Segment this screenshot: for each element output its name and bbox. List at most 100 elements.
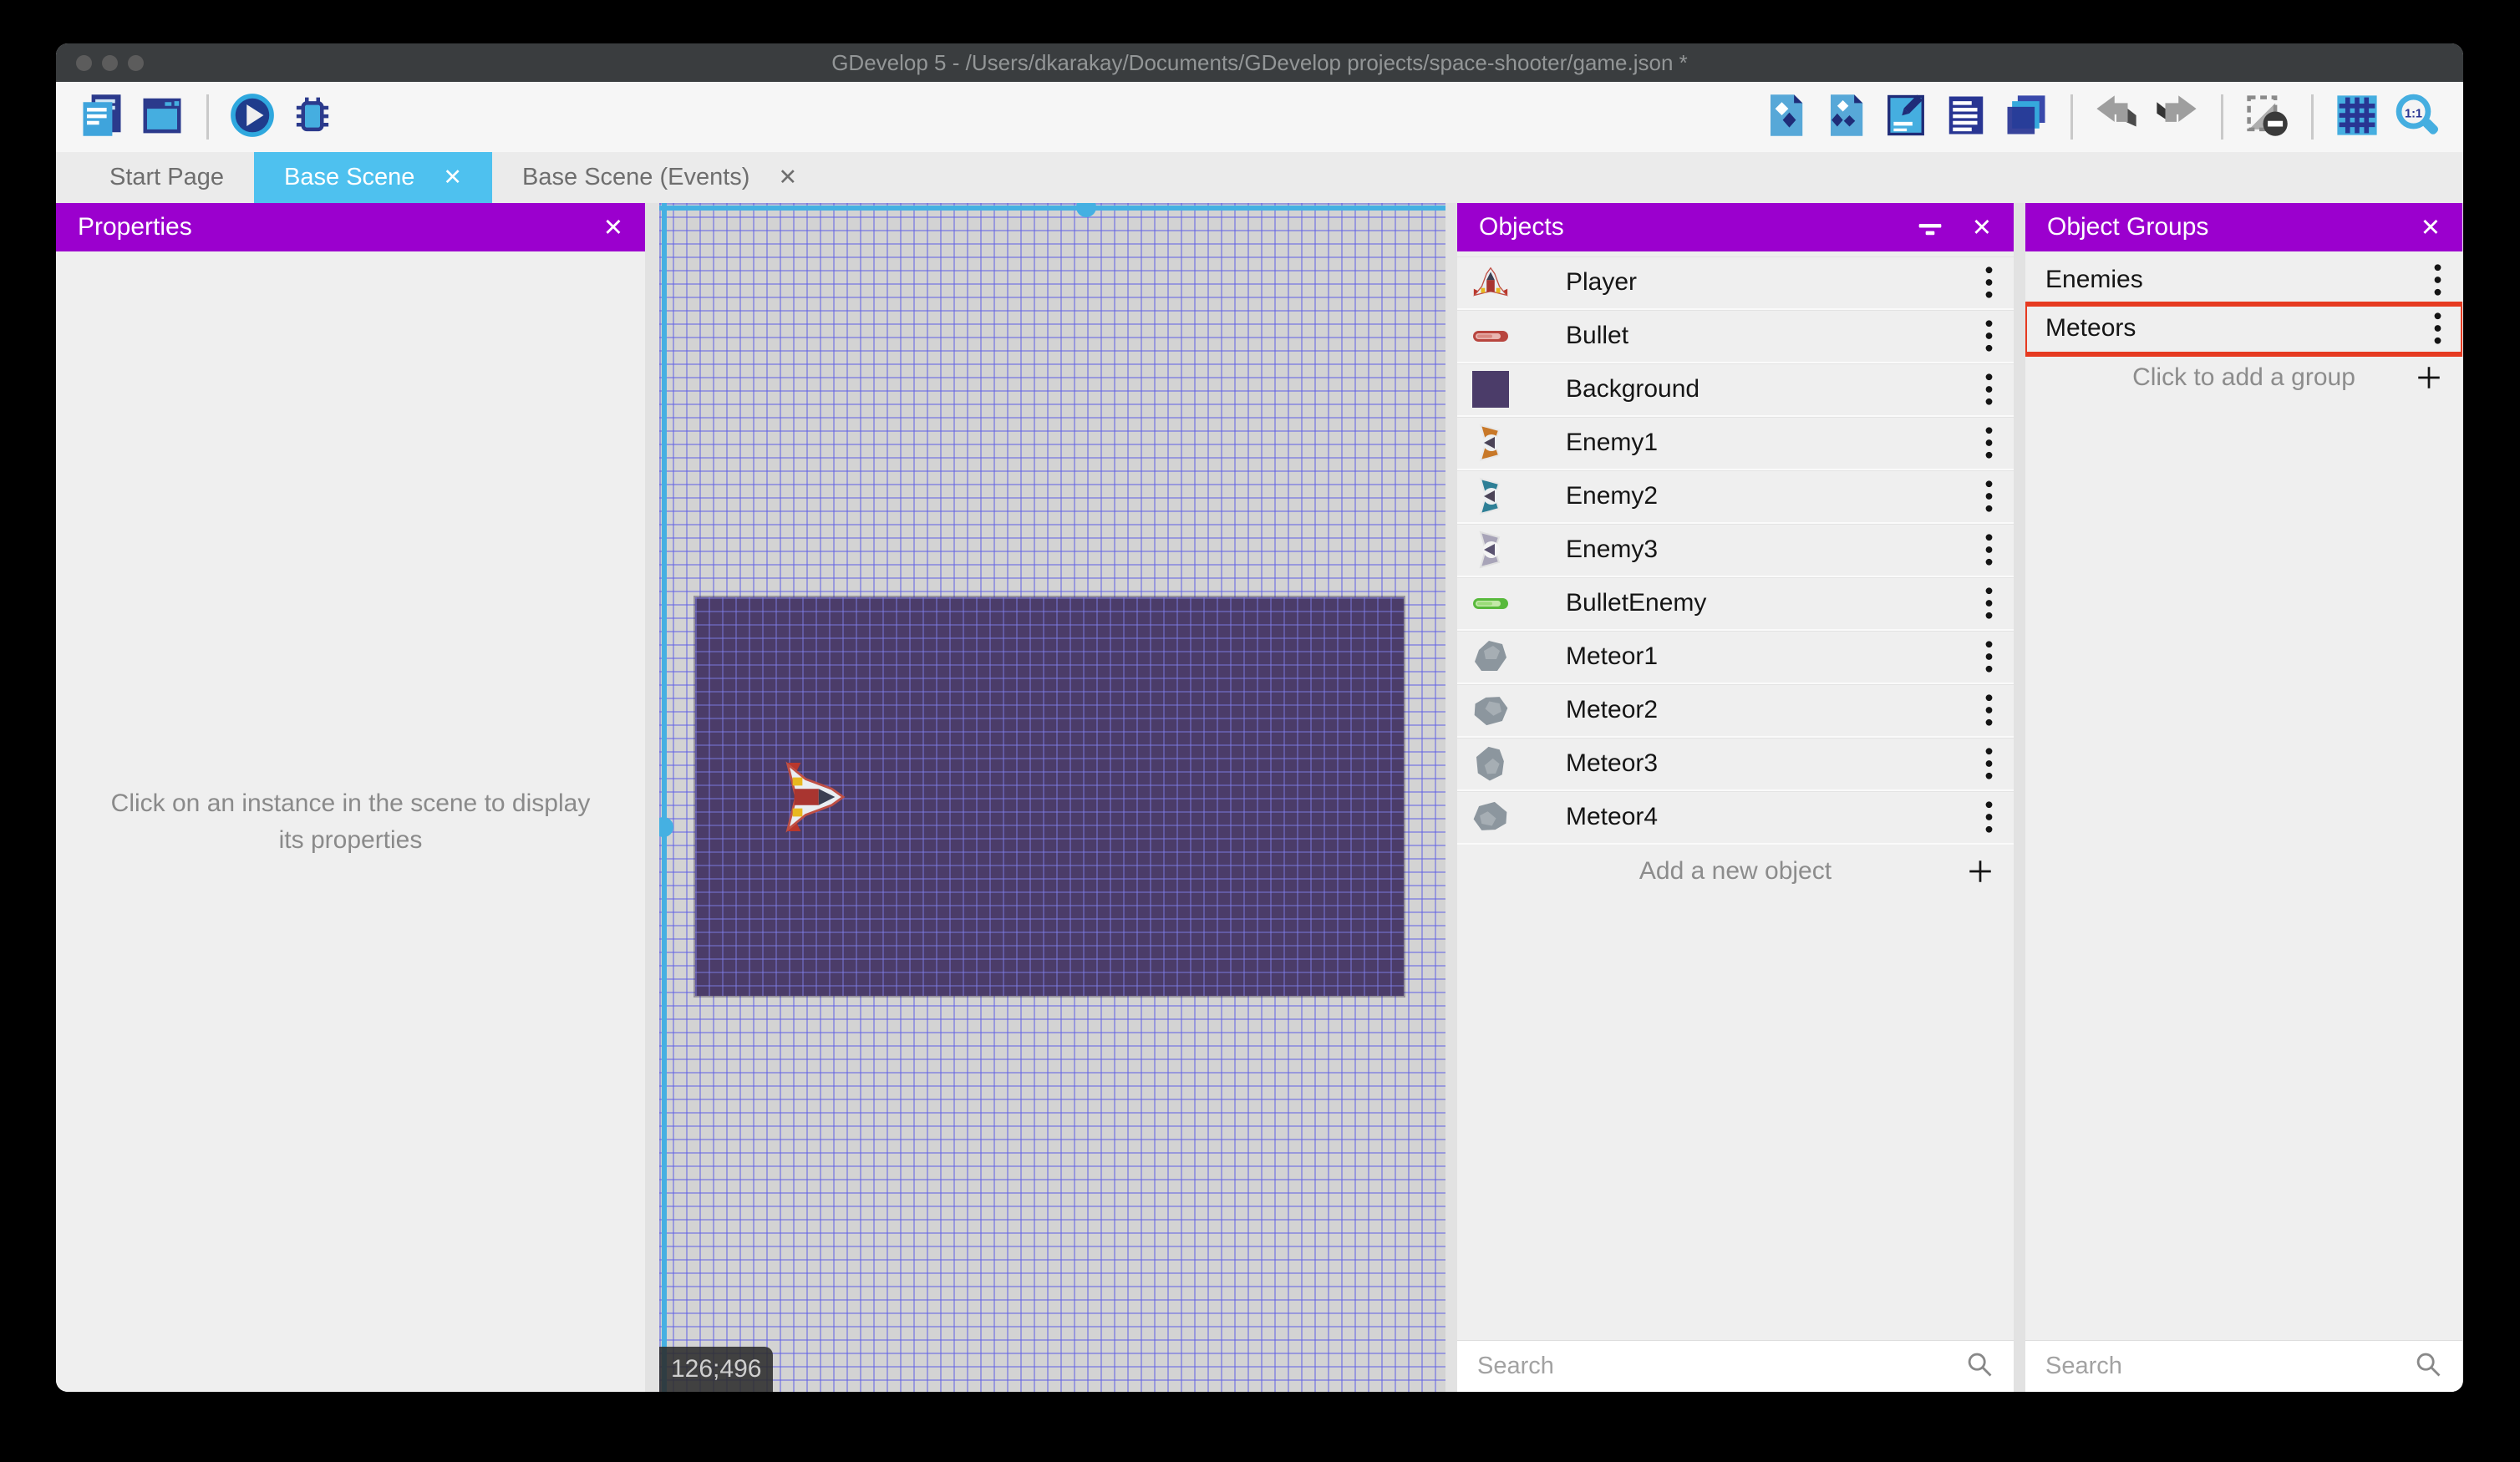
add-group-button[interactable]: Click to add a group [2025, 353, 2462, 402]
properties-panel: Properties ✕ Click on an instance in the… [56, 203, 645, 1392]
title-bar: GDevelop 5 - /Users/dkarakay/Documents/G… [56, 43, 2463, 82]
tab-start-page[interactable]: Start Page ✕ [79, 152, 254, 203]
open-objects-panel-button[interactable] [1761, 93, 1810, 141]
tab-label: Start Page [109, 164, 225, 190]
svg-text:1:1: 1:1 [2405, 107, 2422, 120]
tab-base-scene[interactable]: Base Scene ✕ [254, 152, 493, 203]
grid-icon [2335, 93, 2380, 142]
add-new-object-button[interactable]: Add a new object [1457, 845, 2014, 898]
remove-instances-icon [2244, 93, 2289, 142]
tab-close-icon[interactable]: ✕ [778, 165, 797, 190]
open-object-groups-panel-button[interactable] [1821, 93, 1870, 141]
object-label: Bullet [1566, 322, 1629, 349]
meteor3-icon [1471, 744, 1511, 784]
object-label: Background [1566, 375, 1700, 403]
kebab-menu-icon[interactable] [1982, 746, 1995, 781]
debug-icon [290, 93, 335, 142]
search-icon [2414, 1350, 2442, 1383]
object-row-enemy2[interactable]: Enemy2 [1457, 470, 2014, 524]
delete-instances-button[interactable] [2243, 93, 2291, 141]
object-row-background[interactable]: Background [1457, 363, 2014, 417]
player-ship-instance[interactable] [781, 756, 846, 838]
close-icon[interactable]: ✕ [1972, 213, 1992, 242]
object-row-meteor2[interactable]: Meteor2 [1457, 684, 2014, 738]
meteor4-icon [1471, 797, 1511, 837]
tab-close-icon[interactable]: ✕ [443, 165, 462, 190]
object-row-bulletenemy[interactable]: BulletEnemy [1457, 577, 2014, 631]
group-row-meteors[interactable]: Meteors [2025, 302, 2462, 357]
scene-window-button[interactable] [138, 93, 186, 141]
object-label: Meteor3 [1566, 749, 1659, 777]
object-row-meteor4[interactable]: Meteor4 [1457, 791, 2014, 845]
object-row-meteor3[interactable]: Meteor3 [1457, 738, 2014, 791]
zoom-button[interactable] [128, 54, 144, 71]
background-square-icon [1471, 369, 1511, 409]
objects-search-bar [1457, 1340, 2014, 1392]
tab-label: Base Scene [284, 164, 415, 190]
group-row-enemies[interactable]: Enemies [2025, 256, 2462, 305]
close-icon[interactable]: ✕ [2421, 213, 2441, 242]
object-label: Meteor2 [1566, 696, 1659, 723]
scene-canvas[interactable]: 126;496 [659, 203, 1445, 1392]
object-label: Enemy1 [1566, 429, 1659, 456]
properties-panel-body: Click on an instance in the scene to dis… [56, 251, 645, 1392]
selection-handle-top[interactable] [1076, 203, 1096, 217]
kebab-menu-icon[interactable] [1982, 372, 1995, 407]
meteor1-icon [1471, 637, 1511, 677]
group-label: Enemies [2045, 266, 2143, 293]
close-icon[interactable]: ✕ [603, 213, 623, 242]
project-manager-icon [79, 93, 124, 142]
open-layers-panel-button[interactable] [2002, 93, 2050, 141]
kebab-menu-icon[interactable] [1982, 800, 1995, 835]
kebab-menu-icon[interactable] [1982, 693, 1995, 728]
redo-button[interactable] [2152, 93, 2201, 141]
groups-search-bar [2025, 1340, 2462, 1392]
minimize-button[interactable] [102, 54, 118, 71]
enemy2-ship-icon [1471, 476, 1511, 516]
selection-handle-left[interactable] [659, 817, 673, 837]
selection-left-edge [662, 203, 667, 1392]
groups-search-input[interactable] [2045, 1353, 2414, 1380]
close-button[interactable] [76, 54, 92, 71]
kebab-menu-icon[interactable] [2431, 262, 2444, 297]
tab-base-scene-events[interactable]: Base Scene (Events) ✕ [492, 152, 827, 203]
kebab-menu-icon[interactable] [1982, 586, 1995, 621]
layers-icon [2004, 93, 2049, 142]
main-toolbar: 1:1 [56, 82, 2463, 152]
objects-list: Player Bullet Background Enemy1 Enemy2 E… [1457, 251, 2014, 1340]
launch-preview-button[interactable] [228, 93, 277, 141]
object-row-player[interactable]: Player [1457, 256, 2014, 310]
green-bullet-icon [1471, 583, 1511, 623]
kebab-menu-icon[interactable] [1982, 532, 1995, 567]
plus-icon [1965, 856, 1995, 886]
filter-icon[interactable] [1917, 214, 1943, 241]
kebab-menu-icon[interactable] [1982, 265, 1995, 300]
object-label: Enemy3 [1566, 536, 1659, 563]
kebab-menu-icon[interactable] [2431, 311, 2444, 346]
objects-search-input[interactable] [1477, 1353, 1965, 1380]
open-properties-panel-button[interactable] [1882, 93, 1930, 141]
object-row-bullet[interactable]: Bullet [1457, 310, 2014, 363]
tab-label: Base Scene (Events) [522, 164, 750, 190]
debug-button[interactable] [288, 93, 337, 141]
kebab-menu-icon[interactable] [1982, 639, 1995, 674]
undo-button[interactable] [2092, 93, 2141, 141]
window-title: GDevelop 5 - /Users/dkarakay/Documents/G… [831, 49, 1688, 75]
objects-panel-header: Objects ✕ [1457, 203, 2014, 251]
object-row-enemy1[interactable]: Enemy1 [1457, 417, 2014, 470]
object-label: Enemy2 [1566, 482, 1659, 510]
kebab-menu-icon[interactable] [1982, 318, 1995, 353]
kebab-menu-icon[interactable] [1982, 479, 1995, 514]
zoom-original-button[interactable]: 1:1 [2393, 93, 2441, 141]
open-instances-list-button[interactable] [1942, 93, 1990, 141]
project-manager-button[interactable] [78, 93, 126, 141]
toolbar-right-group: 1:1 [1761, 93, 2441, 141]
kebab-menu-icon[interactable] [1982, 425, 1995, 460]
selection-top-edge [659, 206, 1445, 211]
red-bullet-icon [1471, 316, 1511, 356]
object-row-meteor1[interactable]: Meteor1 [1457, 631, 2014, 684]
object-row-enemy3[interactable]: Enemy3 [1457, 524, 2014, 577]
object-label: Meteor4 [1566, 803, 1659, 830]
toggle-grid-button[interactable] [2333, 93, 2381, 141]
search-icon [1965, 1350, 1994, 1383]
